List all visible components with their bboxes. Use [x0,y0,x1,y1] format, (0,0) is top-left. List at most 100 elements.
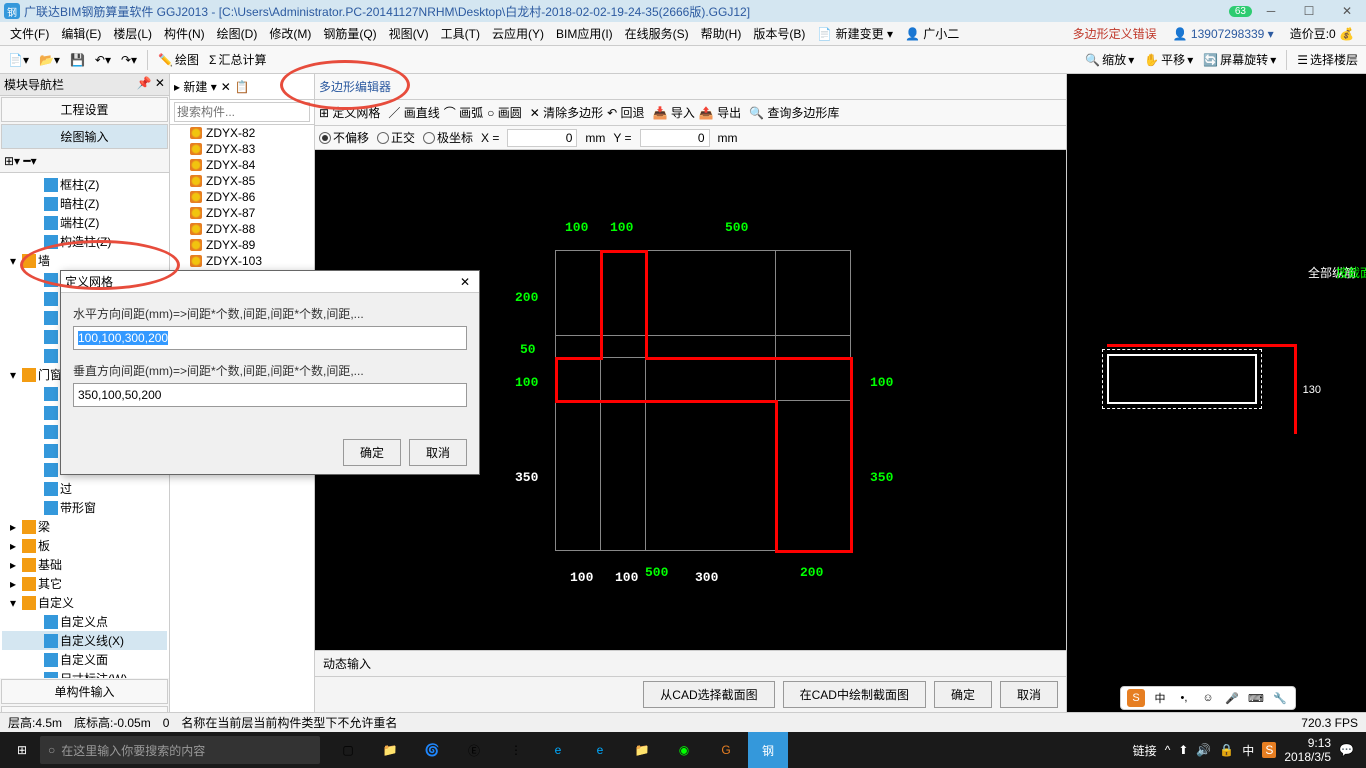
component-item[interactable]: ZDYX-83 [170,141,314,157]
horizontal-spacing-input[interactable]: 100,100,300,200 [73,326,467,350]
taskbar-app-icon[interactable]: ◉ [664,732,704,768]
tree-tool-icon[interactable]: ⊞▾ [4,154,20,168]
tree-item[interactable]: 过 [2,479,167,498]
sum-button[interactable]: Σ 汇总计算 [205,49,270,70]
save-icon[interactable]: 💾 [66,51,89,69]
taskbar-app-icon[interactable]: G [706,732,746,768]
tray-ime-icon[interactable]: 中 [1242,742,1254,759]
component-item[interactable]: ZDYX-85 [170,173,314,189]
no-offset-radio[interactable]: 不偏移 [319,129,369,146]
menu-version[interactable]: 版本号(B) [747,25,811,42]
taskbar-app-icon[interactable]: ⋮ [496,732,536,768]
component-item[interactable]: ZDYX-103 [170,253,314,269]
ie-icon[interactable]: e [580,732,620,768]
tree-item[interactable]: ▸基础 [2,555,167,574]
tree-item[interactable]: 自定义面 [2,650,167,669]
tray-sogou-icon[interactable]: S [1262,742,1276,758]
xiaoer-button[interactable]: 👤 广小二 [899,25,965,42]
taskbar-app-icon[interactable]: 钢 [748,732,788,768]
select-floor-button[interactable]: ☰ 选择楼层 [1293,49,1362,70]
menu-draw[interactable]: 绘图(D) [211,25,264,42]
taskbar-app-icon[interactable]: Ⓔ [454,732,494,768]
undo-icon[interactable]: ↶▾ [91,51,115,69]
import-button[interactable]: 📥 导入 [653,104,695,121]
user-phone[interactable]: 👤 13907298339 ▾ [1165,27,1282,41]
draw-line-button[interactable]: ／ 画直线 [388,104,439,121]
tree-item[interactable]: 构造柱(Z) [2,232,167,251]
draw-input-tab[interactable]: 绘图输入 [1,124,168,149]
project-settings-tab[interactable]: 工程设置 [1,97,168,122]
tree-item[interactable]: 带形窗 [2,498,167,517]
tray-lock-icon[interactable]: 🔒 [1219,743,1234,757]
sogou-icon[interactable]: S [1127,689,1145,707]
ime-keyboard-icon[interactable]: ⌨ [1247,689,1265,707]
notification-badge[interactable]: 63 [1229,6,1252,17]
open-file-icon[interactable]: 📂▾ [35,51,64,69]
menu-view[interactable]: 视图(V) [383,25,435,42]
undo-button[interactable]: ↶ 回退 [607,104,644,121]
menu-modify[interactable]: 修改(M) [263,25,317,42]
x-input[interactable] [507,129,577,147]
new-file-icon[interactable]: 📄▾ [4,51,33,69]
tree-item[interactable]: 端柱(Z) [2,213,167,232]
new-change-button[interactable]: 📄 新建变更 ▾ [811,25,899,42]
ime-punct-icon[interactable]: •, [1175,689,1193,707]
redo-icon[interactable]: ↷▾ [117,51,141,69]
menu-online[interactable]: 在线服务(S) [619,25,695,42]
zoom-button[interactable]: 🔍 缩放 ▾ [1081,49,1138,70]
search-input[interactable] [174,102,310,122]
draw-arc-button[interactable]: ⌒ 画弧 [444,104,483,121]
tree-item[interactable]: 自定义线(X) [2,631,167,650]
menu-tools[interactable]: 工具(T) [435,25,486,42]
ime-emoji-icon[interactable]: ☺ [1199,689,1217,707]
tree-item[interactable]: ▸板 [2,536,167,555]
tree-item[interactable]: ▾墙 [2,251,167,270]
menu-floor[interactable]: 楼层(L) [107,25,158,42]
tree-item[interactable]: ▾自定义 [2,593,167,612]
ime-lang-icon[interactable]: 中 [1151,689,1169,707]
taskbar-app-icon[interactable]: 🌀 [412,732,452,768]
section-view[interactable]: 全部纵筋 按截面 130 [1066,74,1366,732]
single-input-tab[interactable]: 单构件输入 [1,679,168,704]
new-component-button[interactable]: ▸ 新建 ▾ [174,78,217,95]
canvas-cancel-button[interactable]: 取消 [1000,681,1058,708]
pan-button[interactable]: ✋ 平移 ▾ [1140,49,1197,70]
ime-settings-icon[interactable]: 🔧 [1271,689,1289,707]
menu-cloud[interactable]: 云应用(Y) [486,25,550,42]
draw-button[interactable]: ✏️ 绘图 [154,49,203,70]
tray-icon[interactable]: ⬆ [1178,743,1188,757]
dialog-close-button[interactable]: ✕ [455,275,475,289]
component-item[interactable]: ZDYX-89 [170,237,314,253]
tree-item[interactable]: 框柱(Z) [2,175,167,194]
tree-item[interactable]: 暗柱(Z) [2,194,167,213]
copy-icon[interactable]: 📋 [235,80,250,94]
tree-item[interactable]: ▸梁 [2,517,167,536]
dialog-cancel-button[interactable]: 取消 [409,439,467,466]
menu-help[interactable]: 帮助(H) [695,25,748,42]
define-grid-button[interactable]: ⊞ 定义网格 [319,104,380,121]
vertical-spacing-input[interactable]: 350,100,50,200 [73,383,467,407]
cad-draw-button[interactable]: 在CAD中绘制截面图 [783,681,926,708]
tree-item[interactable]: 尺寸标注(W) [2,669,167,678]
canvas-ok-button[interactable]: 确定 [934,681,992,708]
component-item[interactable]: ZDYX-88 [170,221,314,237]
pin-icon[interactable]: 📌 ✕ [137,76,165,93]
y-input[interactable] [640,129,710,147]
export-button[interactable]: 📤 导出 [699,104,741,121]
maximize-button[interactable]: ☐ [1294,4,1324,18]
explorer-icon[interactable]: 📁 [622,732,662,768]
ime-voice-icon[interactable]: 🎤 [1223,689,1241,707]
cad-select-button[interactable]: 从CAD选择截面图 [643,681,774,708]
tree-tool-icon[interactable]: ━▾ [23,154,36,168]
tray-up-icon[interactable]: ^ [1165,743,1171,757]
menu-component[interactable]: 构件(N) [158,25,211,42]
edge-icon[interactable]: e [538,732,578,768]
taskbar-clock[interactable]: 9:13 2018/3/5 [1284,736,1331,765]
component-item[interactable]: ZDYX-87 [170,205,314,221]
credit-display[interactable]: 造价豆:0 💰 [1282,25,1362,42]
taskbar-app-icon[interactable]: 📁 [370,732,410,768]
rotate-button[interactable]: 🔄 屏幕旋转 ▾ [1199,49,1280,70]
draw-circle-button[interactable]: ○ 画圆 [487,104,522,121]
ime-toolbar[interactable]: S 中 •, ☺ 🎤 ⌨ 🔧 [1120,686,1296,710]
component-item[interactable]: ZDYX-84 [170,157,314,173]
